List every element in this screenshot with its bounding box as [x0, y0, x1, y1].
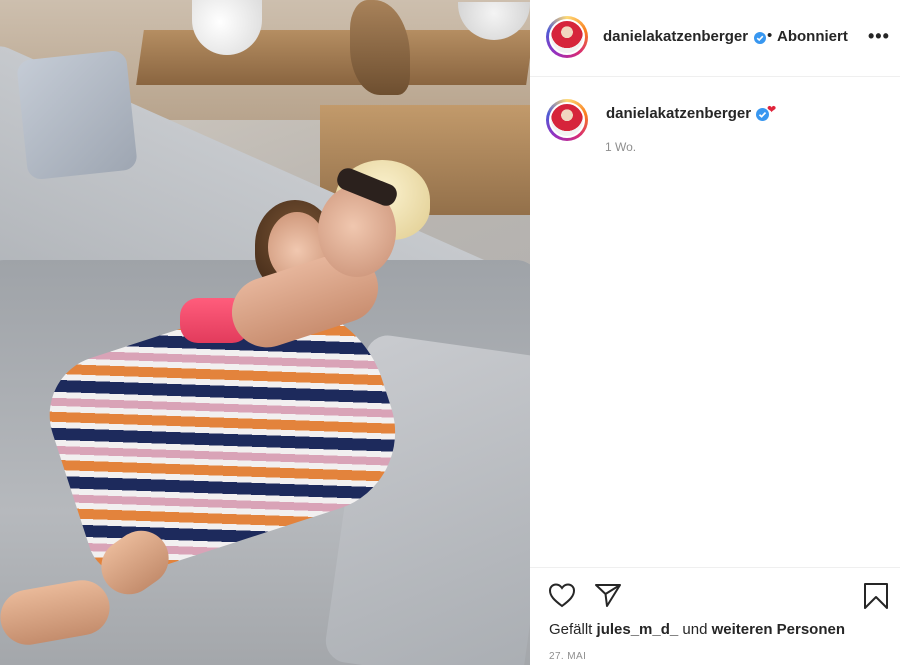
likes-others-link[interactable]: weiteren Personen — [712, 621, 845, 638]
likes-connector: und — [682, 621, 708, 638]
post-date[interactable]: 27. MAI — [549, 651, 586, 662]
post-time-ago[interactable]: 1 Wo. — [605, 140, 636, 154]
verified-badge-icon — [754, 31, 766, 49]
follow-status-button[interactable]: Abonniert — [777, 28, 848, 45]
avatar[interactable] — [546, 16, 588, 58]
post-photo[interactable] — [0, 0, 530, 665]
post-header: danielakatzenberger • Abonniert ••• — [530, 0, 900, 77]
separator-dot: • — [767, 27, 773, 44]
avatar-image — [549, 19, 585, 55]
bookmark-icon[interactable] — [863, 582, 889, 615]
post-actions: Gefällt jules_m_d_ und weiteren Personen… — [530, 567, 900, 665]
photo-wooden-shelf — [136, 30, 530, 85]
likes-summary: Gefällt jules_m_d_ und weiteren Personen — [549, 621, 845, 638]
likes-first-user[interactable]: jules_m_d_ — [597, 621, 679, 638]
avatar[interactable] — [546, 99, 588, 141]
photo-pillow-left — [16, 49, 138, 181]
header-username[interactable]: danielakatzenberger — [603, 28, 748, 45]
likes-prefix: Gefällt — [549, 621, 593, 638]
more-options-icon[interactable]: ••• — [868, 26, 890, 47]
caption-username[interactable]: danielakatzenberger — [606, 105, 751, 122]
avatar-image — [549, 102, 585, 138]
heart-emoji-icon: ❤ — [767, 104, 777, 116]
post-side-panel: danielakatzenberger • Abonniert ••• dani… — [530, 0, 900, 665]
send-icon[interactable] — [594, 582, 622, 613]
heart-icon[interactable] — [548, 582, 576, 613]
